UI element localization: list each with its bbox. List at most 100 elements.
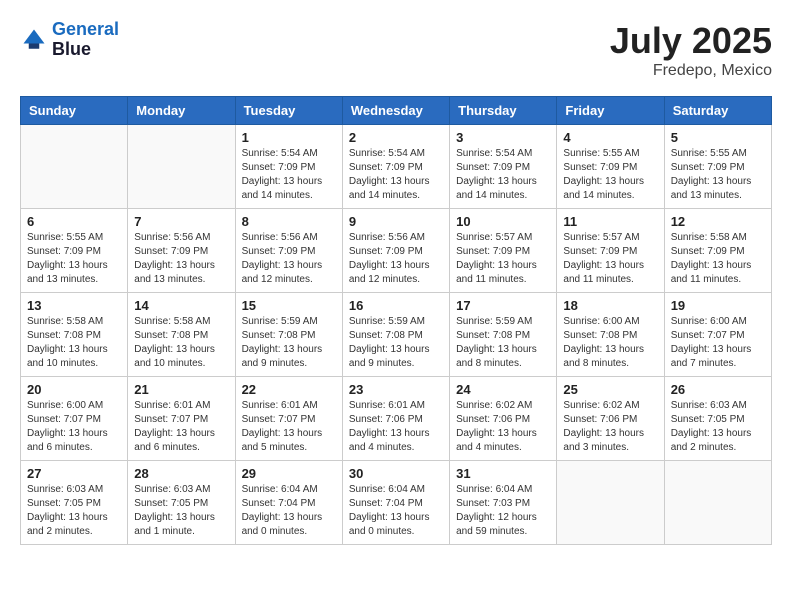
day-info: Sunrise: 5:58 AM Sunset: 7:08 PM Dayligh… [134,315,228,371]
calendar-cell [128,125,235,209]
day-info: Sunrise: 6:00 AM Sunset: 7:08 PM Dayligh… [563,315,657,371]
day-number: 5 [671,130,765,145]
day-number: 29 [242,466,336,481]
calendar-cell: 20Sunrise: 6:00 AM Sunset: 7:07 PM Dayli… [21,377,128,461]
day-number: 6 [27,214,121,229]
day-number: 25 [563,382,657,397]
day-info: Sunrise: 6:01 AM Sunset: 7:06 PM Dayligh… [349,399,443,455]
calendar-cell: 9 Sunrise: 5:56 AM Sunset: 7:09 PM Daylig… [342,209,449,293]
day-info: Sunrise: 5:55 AM Sunset: 7:09 PM Dayligh… [27,231,121,287]
day-info: Sunrise: 6:03 AM Sunset: 7:05 PM Dayligh… [27,483,121,539]
weekday-header: Tuesday [235,97,342,125]
day-info: Sunrise: 6:00 AM Sunset: 7:07 PM Dayligh… [671,315,765,371]
logo: General Blue [20,20,119,60]
calendar-cell: 6 Sunrise: 5:55 AM Sunset: 7:09 PM Daylig… [21,209,128,293]
calendar-table: SundayMondayTuesdayWednesdayThursdayFrid… [20,96,772,545]
day-number: 18 [563,298,657,313]
calendar-week-row: 20Sunrise: 6:00 AM Sunset: 7:07 PM Dayli… [21,377,772,461]
month-title: July 2025 [610,20,772,62]
day-info: Sunrise: 5:54 AM Sunset: 7:09 PM Dayligh… [242,147,336,203]
day-number: 31 [456,466,550,481]
weekday-header: Sunday [21,97,128,125]
day-number: 3 [456,130,550,145]
day-info: Sunrise: 6:01 AM Sunset: 7:07 PM Dayligh… [134,399,228,455]
calendar-cell: 19 Sunrise: 6:00 AM Sunset: 7:07 PM Dayli… [664,293,771,377]
day-info: Sunrise: 6:03 AM Sunset: 7:05 PM Dayligh… [134,483,228,539]
day-number: 22 [242,382,336,397]
day-number: 8 [242,214,336,229]
day-number: 23 [349,382,443,397]
day-info: Sunrise: 6:00 AM Sunset: 7:07 PM Dayligh… [27,399,121,455]
calendar-week-row: 27Sunrise: 6:03 AM Sunset: 7:05 PM Dayli… [21,461,772,545]
day-info: Sunrise: 5:57 AM Sunset: 7:09 PM Dayligh… [456,231,550,287]
calendar-cell: 25 Sunrise: 6:02 AM Sunset: 7:06 PM Dayli… [557,377,664,461]
day-number: 19 [671,298,765,313]
calendar-cell: 8 Sunrise: 5:56 AM Sunset: 7:09 PM Daylig… [235,209,342,293]
day-info: Sunrise: 5:59 AM Sunset: 7:08 PM Dayligh… [242,315,336,371]
day-info: Sunrise: 5:55 AM Sunset: 7:09 PM Dayligh… [563,147,657,203]
day-info: Sunrise: 5:55 AM Sunset: 7:09 PM Dayligh… [671,147,765,203]
calendar-cell: 29 Sunrise: 6:04 AM Sunset: 7:04 PM Dayli… [235,461,342,545]
day-info: Sunrise: 6:03 AM Sunset: 7:05 PM Dayligh… [671,399,765,455]
day-info: Sunrise: 6:01 AM Sunset: 7:07 PM Dayligh… [242,399,336,455]
day-number: 14 [134,298,228,313]
calendar-cell [21,125,128,209]
calendar-cell: 14 Sunrise: 5:58 AM Sunset: 7:08 PM Dayli… [128,293,235,377]
calendar-cell: 30 Sunrise: 6:04 AM Sunset: 7:04 PM Dayli… [342,461,449,545]
weekday-header: Saturday [664,97,771,125]
day-info: Sunrise: 5:54 AM Sunset: 7:09 PM Dayligh… [456,147,550,203]
calendar-cell: 28 Sunrise: 6:03 AM Sunset: 7:05 PM Dayli… [128,461,235,545]
calendar-week-row: 13 Sunrise: 5:58 AM Sunset: 7:08 PM Dayli… [21,293,772,377]
calendar-cell: 23 Sunrise: 6:01 AM Sunset: 7:06 PM Dayli… [342,377,449,461]
calendar-cell [664,461,771,545]
location-title: Fredepo, Mexico [610,62,772,80]
day-number: 24 [456,382,550,397]
calendar-cell: 27Sunrise: 6:03 AM Sunset: 7:05 PM Dayli… [21,461,128,545]
day-number: 11 [563,214,657,229]
day-info: Sunrise: 6:04 AM Sunset: 7:04 PM Dayligh… [242,483,336,539]
day-number: 16 [349,298,443,313]
day-number: 4 [563,130,657,145]
day-number: 30 [349,466,443,481]
day-number: 21 [134,382,228,397]
page-header: General Blue July 2025 Fredepo, Mexico [20,20,772,80]
calendar-cell: 11 Sunrise: 5:57 AM Sunset: 7:09 PM Dayli… [557,209,664,293]
calendar-week-row: 1 Sunrise: 5:54 AM Sunset: 7:09 PM Daylig… [21,125,772,209]
day-number: 1 [242,130,336,145]
day-info: Sunrise: 6:04 AM Sunset: 7:04 PM Dayligh… [349,483,443,539]
day-info: Sunrise: 5:59 AM Sunset: 7:08 PM Dayligh… [349,315,443,371]
day-info: Sunrise: 6:04 AM Sunset: 7:03 PM Dayligh… [456,483,550,539]
weekday-header: Friday [557,97,664,125]
calendar-cell: 31 Sunrise: 6:04 AM Sunset: 7:03 PM Dayli… [450,461,557,545]
calendar-cell: 4 Sunrise: 5:55 AM Sunset: 7:09 PM Daylig… [557,125,664,209]
calendar-cell: 5 Sunrise: 5:55 AM Sunset: 7:09 PM Daylig… [664,125,771,209]
day-info: Sunrise: 5:58 AM Sunset: 7:09 PM Dayligh… [671,231,765,287]
calendar-cell: 3 Sunrise: 5:54 AM Sunset: 7:09 PM Daylig… [450,125,557,209]
day-info: Sunrise: 5:56 AM Sunset: 7:09 PM Dayligh… [242,231,336,287]
day-number: 13 [27,298,121,313]
calendar-cell: 15 Sunrise: 5:59 AM Sunset: 7:08 PM Dayli… [235,293,342,377]
calendar-cell: 10Sunrise: 5:57 AM Sunset: 7:09 PM Dayli… [450,209,557,293]
day-info: Sunrise: 5:57 AM Sunset: 7:09 PM Dayligh… [563,231,657,287]
day-info: Sunrise: 5:54 AM Sunset: 7:09 PM Dayligh… [349,147,443,203]
day-info: Sunrise: 5:58 AM Sunset: 7:08 PM Dayligh… [27,315,121,371]
title-block: July 2025 Fredepo, Mexico [610,20,772,80]
weekday-header: Thursday [450,97,557,125]
day-number: 28 [134,466,228,481]
logo-text: General Blue [52,20,119,60]
calendar-cell: 26 Sunrise: 6:03 AM Sunset: 7:05 PM Dayli… [664,377,771,461]
day-info: Sunrise: 6:02 AM Sunset: 7:06 PM Dayligh… [456,399,550,455]
day-info: Sunrise: 5:56 AM Sunset: 7:09 PM Dayligh… [349,231,443,287]
day-number: 9 [349,214,443,229]
calendar-cell: 7Sunrise: 5:56 AM Sunset: 7:09 PM Daylig… [128,209,235,293]
weekday-header-row: SundayMondayTuesdayWednesdayThursdayFrid… [21,97,772,125]
day-number: 15 [242,298,336,313]
calendar-cell: 21 Sunrise: 6:01 AM Sunset: 7:07 PM Dayli… [128,377,235,461]
day-number: 12 [671,214,765,229]
calendar-cell: 13 Sunrise: 5:58 AM Sunset: 7:08 PM Dayli… [21,293,128,377]
day-info: Sunrise: 6:02 AM Sunset: 7:06 PM Dayligh… [563,399,657,455]
calendar-cell: 22 Sunrise: 6:01 AM Sunset: 7:07 PM Dayli… [235,377,342,461]
day-number: 26 [671,382,765,397]
calendar-cell: 12 Sunrise: 5:58 AM Sunset: 7:09 PM Dayli… [664,209,771,293]
calendar-week-row: 6 Sunrise: 5:55 AM Sunset: 7:09 PM Daylig… [21,209,772,293]
